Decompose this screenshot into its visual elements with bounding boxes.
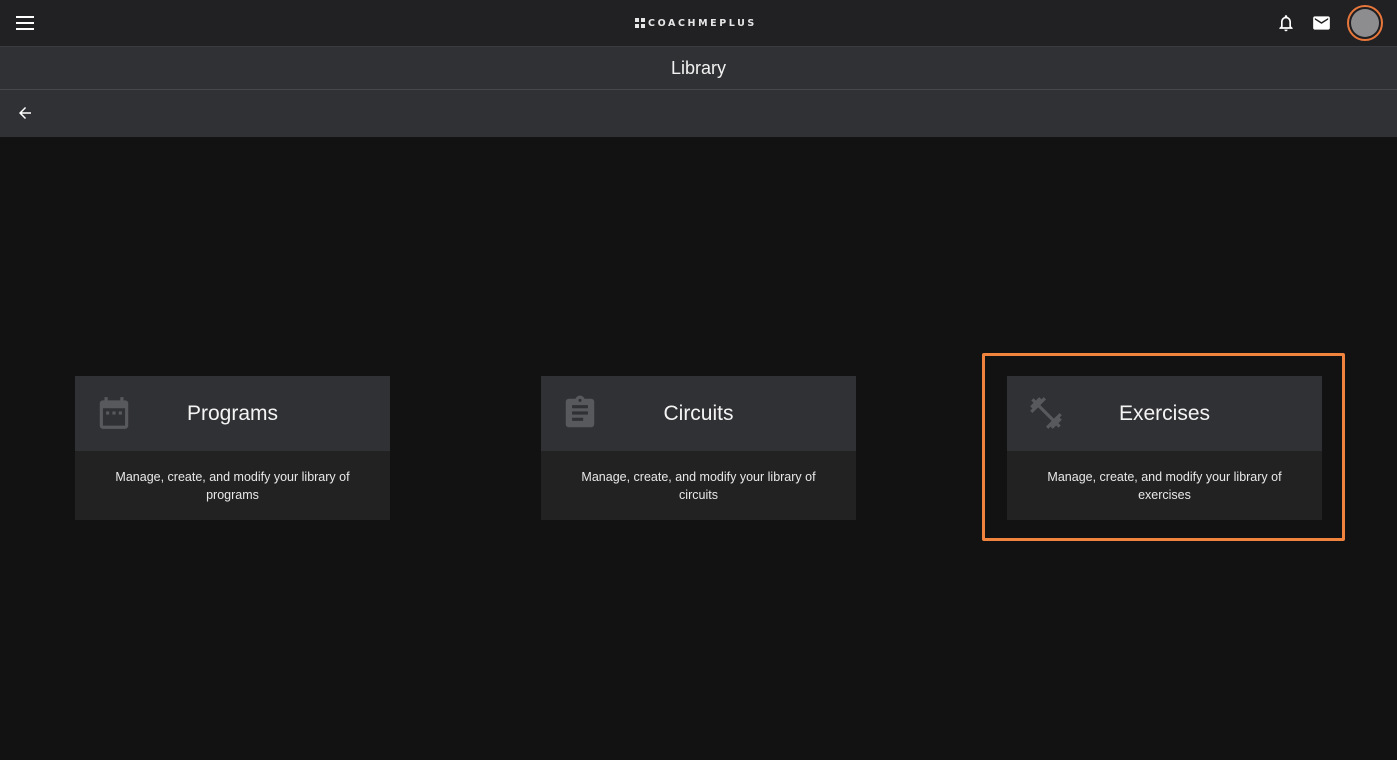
exercises-card-description: Manage, create, and modify your library … xyxy=(1047,469,1282,502)
logo-mark-icon xyxy=(635,18,645,28)
bell-icon xyxy=(1279,15,1293,32)
programs-card-description: Manage, create, and modify your library … xyxy=(115,469,350,502)
messages-button[interactable] xyxy=(1311,13,1332,33)
notifications-button[interactable] xyxy=(1276,13,1296,33)
exercises-card[interactable]: Exercises Manage, create, and modify you… xyxy=(1007,376,1322,520)
arrow-back-icon xyxy=(19,107,31,119)
page-title: Library xyxy=(670,57,727,78)
app-logo[interactable]: COACHMEPLUS xyxy=(635,16,757,30)
circuits-card-header: Circuits xyxy=(541,376,856,451)
title-bar: Library xyxy=(0,46,1397,90)
circuits-card-description: Manage, create, and modify your library … xyxy=(581,469,816,502)
exercises-card-header: Exercises xyxy=(1007,376,1322,451)
exercises-card-title: Exercises xyxy=(1118,401,1211,425)
profile-avatar-button[interactable] xyxy=(1347,5,1383,41)
top-app-bar: COACHMEPLUS xyxy=(0,0,1397,46)
menu-button[interactable] xyxy=(14,12,36,34)
programs-card[interactable]: Programs Manage, create, and modify your… xyxy=(75,376,390,520)
programs-card-title: Programs xyxy=(186,401,279,425)
programs-card-header: Programs xyxy=(75,376,390,451)
logo-text: COACHMEPLUS xyxy=(648,17,757,29)
circuits-card-title: Circuits xyxy=(663,401,734,425)
circuits-card[interactable]: Circuits Manage, create, and modify your… xyxy=(541,376,856,520)
mail-icon xyxy=(1313,16,1330,30)
avatar xyxy=(1351,9,1379,37)
navigation-bar xyxy=(0,90,1397,137)
back-button[interactable] xyxy=(14,102,36,124)
hamburger-menu-icon xyxy=(16,16,34,30)
